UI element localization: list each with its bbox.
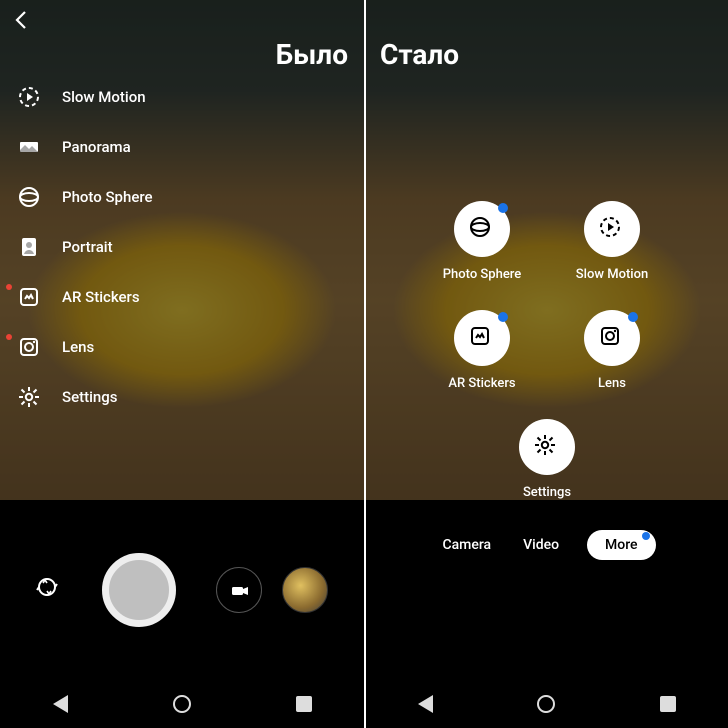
shutter-button[interactable] xyxy=(102,553,176,627)
menu-item-label: Portrait xyxy=(62,238,113,256)
grid-item-ar-stickers[interactable]: AR Stickers xyxy=(438,310,526,391)
system-nav-bar xyxy=(0,680,364,728)
grid-item-label: Slow Motion xyxy=(576,267,648,282)
nav-home-icon[interactable] xyxy=(173,695,191,713)
new-indicator-icon xyxy=(642,532,650,540)
grid-item-label: AR Stickers xyxy=(448,376,515,391)
panorama-icon xyxy=(14,132,44,162)
menu-item-label: Slow Motion xyxy=(62,88,146,106)
grid-item-label: Lens xyxy=(598,376,626,391)
after-pane: Стало Photo Sphere Slow Motion AR Sticke… xyxy=(364,0,728,728)
grid-item-slow-motion[interactable]: Slow Motion xyxy=(568,201,656,282)
lens-icon xyxy=(598,324,626,352)
menu-item-photo-sphere[interactable]: Photo Sphere xyxy=(14,172,354,222)
new-indicator-icon xyxy=(498,312,508,322)
grid-item-settings[interactable]: Settings xyxy=(503,419,591,500)
lens-icon xyxy=(14,332,44,362)
menu-item-label: AR Stickers xyxy=(62,288,140,306)
nav-recents-icon[interactable] xyxy=(660,696,676,712)
nav-recents-icon[interactable] xyxy=(296,696,312,712)
menu-item-lens[interactable]: Lens xyxy=(14,322,354,372)
bottom-spacer xyxy=(366,560,728,680)
back-arrow-icon xyxy=(10,8,34,32)
grid-item-label: Settings xyxy=(523,485,571,500)
menu-item-label: Panorama xyxy=(62,138,131,156)
before-label: Было xyxy=(276,38,348,71)
before-pane: Было Slow Motion Panorama Photo Sphere P… xyxy=(0,0,364,728)
nav-back-icon[interactable] xyxy=(53,695,68,713)
grid-item-lens[interactable]: Lens xyxy=(568,310,656,391)
grid-item-label: Photo Sphere xyxy=(443,267,522,282)
mode-tab-camera[interactable]: Camera xyxy=(438,530,495,560)
slowmo-icon xyxy=(598,215,626,243)
mode-tab-label: More xyxy=(605,537,638,553)
portrait-icon xyxy=(14,232,44,262)
nav-back-icon[interactable] xyxy=(418,695,433,713)
new-indicator-icon xyxy=(628,312,638,322)
menu-item-label: Photo Sphere xyxy=(62,188,153,206)
menu-item-label: Settings xyxy=(62,388,118,406)
switch-camera-button[interactable] xyxy=(28,568,72,612)
nav-home-icon[interactable] xyxy=(537,695,555,713)
settings-icon xyxy=(14,382,44,412)
new-indicator-icon xyxy=(498,203,508,213)
mode-tab-more[interactable]: More xyxy=(587,530,656,560)
video-icon xyxy=(228,579,250,601)
menu-item-settings[interactable]: Settings xyxy=(14,372,354,422)
grid-item-photo-sphere[interactable]: Photo Sphere xyxy=(438,201,526,282)
mode-selector: Camera Video More xyxy=(366,530,728,560)
camera-modes-menu: Slow Motion Panorama Photo Sphere Portra… xyxy=(14,72,354,422)
menu-item-slow-motion[interactable]: Slow Motion xyxy=(14,72,354,122)
after-label: Стало xyxy=(380,38,459,71)
photosphere-icon xyxy=(14,182,44,212)
arstickers-icon xyxy=(468,324,496,352)
more-modes-grid: Photo Sphere Slow Motion AR Stickers Len… xyxy=(366,201,728,500)
new-indicator-icon xyxy=(6,334,12,340)
back-button[interactable] xyxy=(8,6,36,34)
camera-controls-bar xyxy=(0,500,364,680)
switch-camera-icon xyxy=(35,575,65,605)
gallery-thumbnail[interactable] xyxy=(282,567,328,613)
menu-item-ar-stickers[interactable]: AR Stickers xyxy=(14,272,354,322)
menu-item-panorama[interactable]: Panorama xyxy=(14,122,354,172)
new-indicator-icon xyxy=(6,284,12,290)
system-nav-bar xyxy=(366,680,728,728)
mode-tab-video[interactable]: Video xyxy=(519,530,563,560)
slowmo-icon xyxy=(14,82,44,112)
menu-item-portrait[interactable]: Portrait xyxy=(14,222,354,272)
arstickers-icon xyxy=(14,282,44,312)
photosphere-icon xyxy=(468,215,496,243)
settings-icon xyxy=(533,433,561,461)
video-mode-button[interactable] xyxy=(216,567,262,613)
menu-item-label: Lens xyxy=(62,338,94,356)
